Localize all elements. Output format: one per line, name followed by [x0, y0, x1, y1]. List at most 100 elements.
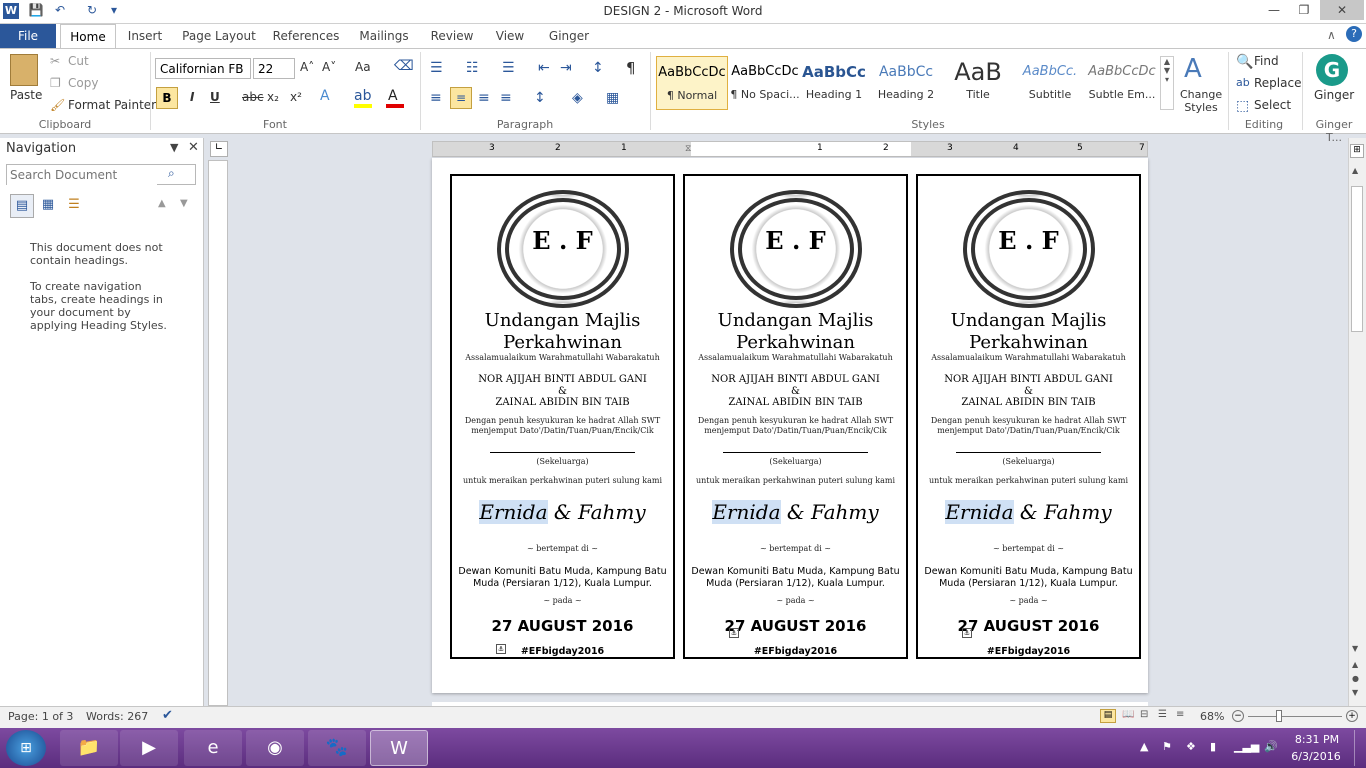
- previous-page-icon[interactable]: ▲: [1352, 660, 1358, 669]
- borders-icon[interactable]: ▦: [606, 90, 619, 106]
- invitation-card[interactable]: E . F Undangan Majlis Perkahwinan Assala…: [450, 174, 675, 659]
- align-center-icon[interactable]: ≡: [450, 87, 472, 109]
- paste-icon[interactable]: [10, 54, 38, 86]
- invitation-card[interactable]: E . F Undangan Majlis Perkahwinan Assala…: [916, 174, 1141, 659]
- zoom-in-icon[interactable]: +: [1346, 710, 1358, 722]
- tab-mailings[interactable]: Mailings: [352, 24, 416, 48]
- scrollbar-thumb[interactable]: [1351, 186, 1363, 332]
- format-painter-icon[interactable]: 🖌: [50, 98, 65, 112]
- change-styles-icon[interactable]: A: [1184, 54, 1202, 84]
- close-button[interactable]: ✕: [1320, 0, 1364, 20]
- change-case-button[interactable]: Aa: [355, 60, 371, 74]
- clear-formatting-icon[interactable]: ⌫: [394, 58, 414, 74]
- tab-ginger[interactable]: Ginger: [540, 24, 598, 48]
- tab-selector-icon[interactable]: ∟: [210, 141, 228, 157]
- multilevel-list-icon[interactable]: ☰: [502, 60, 515, 76]
- show-desktop-button[interactable]: [1354, 730, 1364, 766]
- anchor-icon[interactable]: ⚓: [962, 628, 972, 638]
- subscript-button[interactable]: x₂: [267, 90, 279, 104]
- style-no-spacing[interactable]: AaBbCcDc ¶ No Spaci...: [729, 56, 801, 110]
- replace-icon[interactable]: ab: [1236, 76, 1250, 89]
- copy-button[interactable]: Copy: [68, 76, 98, 90]
- clock-date[interactable]: 6/3/2016: [1286, 750, 1346, 763]
- browse-headings-icon[interactable]: ▤: [10, 194, 34, 218]
- tab-insert[interactable]: Insert: [120, 24, 170, 48]
- cut-button[interactable]: Cut: [68, 54, 89, 68]
- text-effects-icon[interactable]: A: [320, 88, 330, 104]
- web-layout-icon[interactable]: ⊟: [1140, 709, 1148, 720]
- browse-pages-icon[interactable]: ▦: [36, 194, 60, 218]
- format-painter-button[interactable]: Format Painter: [68, 98, 156, 112]
- tab-home[interactable]: Home: [60, 24, 116, 49]
- browse-results-icon[interactable]: ☰: [62, 194, 86, 218]
- volume-icon[interactable]: 🔊: [1264, 740, 1278, 753]
- style-subtitle[interactable]: AaBbCc. Subtitle: [1014, 56, 1086, 110]
- find-icon[interactable]: 🔍: [1236, 54, 1253, 70]
- ginger-icon[interactable]: G: [1316, 54, 1348, 86]
- zoom-slider-thumb[interactable]: [1276, 710, 1282, 722]
- increase-indent-icon[interactable]: ⇥: [560, 60, 572, 76]
- chrome-icon[interactable]: ◉: [246, 730, 304, 766]
- help-icon[interactable]: ?: [1346, 26, 1362, 42]
- scroll-up-icon[interactable]: ▲: [1352, 166, 1358, 175]
- minimize-button[interactable]: —: [1258, 0, 1290, 20]
- browse-object-icon[interactable]: ●: [1352, 674, 1359, 683]
- zoom-slider[interactable]: [1248, 716, 1342, 717]
- word-count[interactable]: Words: 267: [86, 710, 148, 723]
- style-normal[interactable]: AaBbCcDc ¶ Normal: [656, 56, 728, 110]
- start-button-icon[interactable]: ⊞: [6, 730, 46, 766]
- font-family-select[interactable]: Californian FB: [155, 58, 251, 79]
- zoom-level[interactable]: 68%: [1200, 710, 1224, 723]
- outline-icon[interactable]: ☰: [1158, 709, 1167, 720]
- print-layout-icon[interactable]: ▤: [1100, 709, 1116, 723]
- clock-time[interactable]: 8:31 PM: [1290, 733, 1344, 746]
- find-button[interactable]: Find: [1254, 54, 1279, 68]
- style-subtle-emphasis[interactable]: AaBbCcDc Subtle Em...: [1086, 56, 1158, 110]
- replace-button[interactable]: Replace: [1254, 76, 1301, 90]
- tab-references[interactable]: References: [268, 24, 344, 48]
- align-right-icon[interactable]: ≡: [478, 90, 490, 106]
- scroll-down-icon[interactable]: ▼: [1352, 644, 1358, 653]
- numbering-icon[interactable]: ☷: [466, 60, 479, 76]
- next-heading-icon[interactable]: ▼: [180, 198, 188, 209]
- justify-icon[interactable]: ≡: [500, 90, 512, 106]
- battery-icon[interactable]: ▮: [1210, 740, 1216, 753]
- styles-scroll-button[interactable]: ▲ ▼ ▾: [1160, 56, 1174, 110]
- select-icon[interactable]: ⬚: [1236, 98, 1249, 114]
- bullets-icon[interactable]: ☰: [430, 60, 443, 76]
- sort-icon[interactable]: ↕: [592, 60, 604, 76]
- action-center-icon[interactable]: ⚑: [1162, 740, 1172, 753]
- signal-icon[interactable]: ▁▃▅: [1234, 740, 1259, 753]
- next-page-icon[interactable]: ▼: [1352, 688, 1358, 697]
- cut-icon[interactable]: ✂: [50, 54, 60, 68]
- tab-file[interactable]: File: [0, 24, 56, 48]
- proofing-icon[interactable]: ✔: [162, 708, 173, 723]
- tab-review[interactable]: Review: [424, 24, 480, 48]
- style-title[interactable]: AaB Title: [942, 56, 1014, 110]
- tab-page-layout[interactable]: Page Layout: [178, 24, 260, 48]
- copy-icon[interactable]: ❐: [50, 76, 61, 90]
- gimp-icon[interactable]: 🐾: [308, 730, 366, 766]
- line-spacing-icon[interactable]: ↕: [534, 90, 546, 106]
- font-color-icon[interactable]: A: [388, 88, 398, 104]
- minimize-ribbon-icon[interactable]: ∧: [1327, 28, 1336, 42]
- italic-button[interactable]: I: [190, 90, 194, 104]
- invitation-card[interactable]: E . F Undangan Majlis Perkahwinan Assala…: [683, 174, 908, 659]
- style-heading-1[interactable]: AaBbCc Heading 1: [798, 56, 870, 110]
- indent-marker-icon[interactable]: ⧖: [685, 144, 691, 154]
- show-formatting-button[interactable]: ¶: [626, 59, 636, 77]
- underline-button[interactable]: U: [210, 90, 220, 104]
- anchor-icon[interactable]: ⚓: [729, 628, 739, 638]
- tab-view[interactable]: View: [488, 24, 532, 48]
- shrink-font-button[interactable]: A˅: [322, 60, 336, 74]
- previous-heading-icon[interactable]: ▲: [158, 198, 166, 209]
- highlight-icon[interactable]: ab: [354, 88, 371, 104]
- bold-button[interactable]: B: [156, 87, 178, 109]
- internet-explorer-icon[interactable]: e: [184, 730, 242, 766]
- view-ruler-icon[interactable]: ⊞: [1350, 144, 1364, 158]
- show-hidden-icons-icon[interactable]: ▲: [1140, 740, 1148, 753]
- full-screen-reading-icon[interactable]: 📖: [1122, 709, 1134, 720]
- vertical-ruler[interactable]: [208, 160, 228, 706]
- restore-button[interactable]: ❐: [1288, 0, 1320, 20]
- superscript-button[interactable]: x²: [290, 90, 302, 104]
